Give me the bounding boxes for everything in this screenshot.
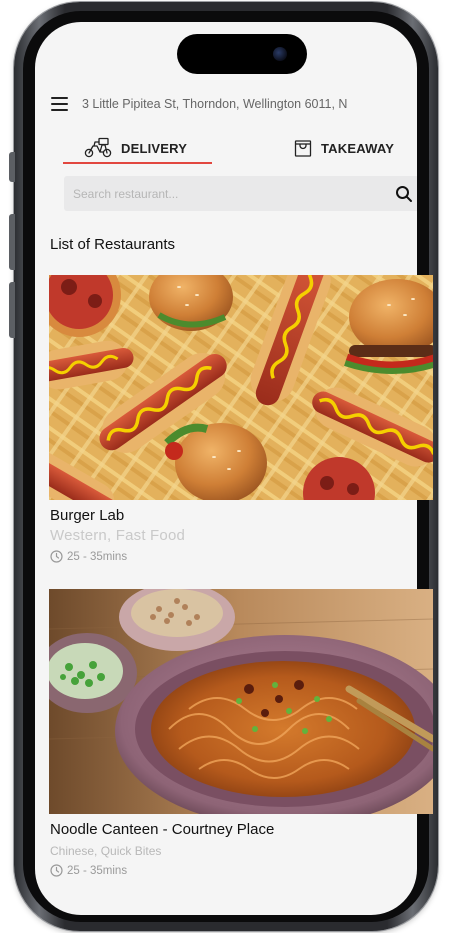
restaurant-name[interactable]: Burger Lab [50, 507, 433, 524]
section-title: List of Restaurants [50, 236, 176, 253]
shopping-bag-icon [294, 140, 312, 157]
camera-lens [273, 47, 287, 61]
delivery-time-text: 25 - 35mins [67, 550, 128, 563]
search-icon[interactable] [389, 185, 417, 203]
restaurant-photo-noodles[interactable] [49, 589, 433, 814]
restaurant-photo-burgers[interactable] [49, 275, 433, 500]
search-input[interactable] [64, 176, 389, 211]
volume-up-button [9, 214, 15, 270]
scooter-icon [84, 137, 112, 158]
delivery-time-text: 25 - 35mins [67, 864, 128, 877]
search-bar [64, 176, 417, 211]
menu-icon[interactable] [51, 97, 68, 111]
restaurant-card[interactable]: Noodle Canteen - Courtney Place Chinese,… [49, 589, 433, 877]
delivery-address[interactable]: 3 Little Pipitea St, Thorndon, Wellingto… [82, 97, 347, 111]
dynamic-island [177, 34, 307, 74]
restaurant-name[interactable]: Noodle Canteen - Courtney Place [50, 821, 433, 838]
restaurant-cuisine: Western, Fast Food [50, 527, 186, 544]
clock-icon [50, 550, 63, 563]
tab-delivery-label: DELIVERY [121, 140, 188, 156]
action-button [9, 152, 15, 182]
tab-takeaway-label: TAKEAWAY [321, 140, 395, 156]
address-bar[interactable]: 3 Little Pipitea St, Thorndon, Wellingto… [51, 94, 411, 114]
restaurant-card[interactable]: Burger Lab Western, Fast Food 25 - 35min… [49, 275, 433, 563]
tab-delivery[interactable]: DELIVERY [63, 130, 213, 166]
delivery-time: 25 - 35mins [50, 550, 433, 563]
order-type-tabs: DELIVERY TAKEAWAY [35, 130, 417, 166]
tab-takeaway[interactable]: TAKEAWAY [293, 130, 417, 166]
active-tab-indicator [63, 162, 212, 164]
delivery-time: 25 - 35mins [50, 864, 433, 877]
clock-icon [50, 864, 63, 877]
restaurant-cuisine: Chinese, Quick Bites [50, 844, 162, 858]
volume-down-button [9, 282, 15, 338]
